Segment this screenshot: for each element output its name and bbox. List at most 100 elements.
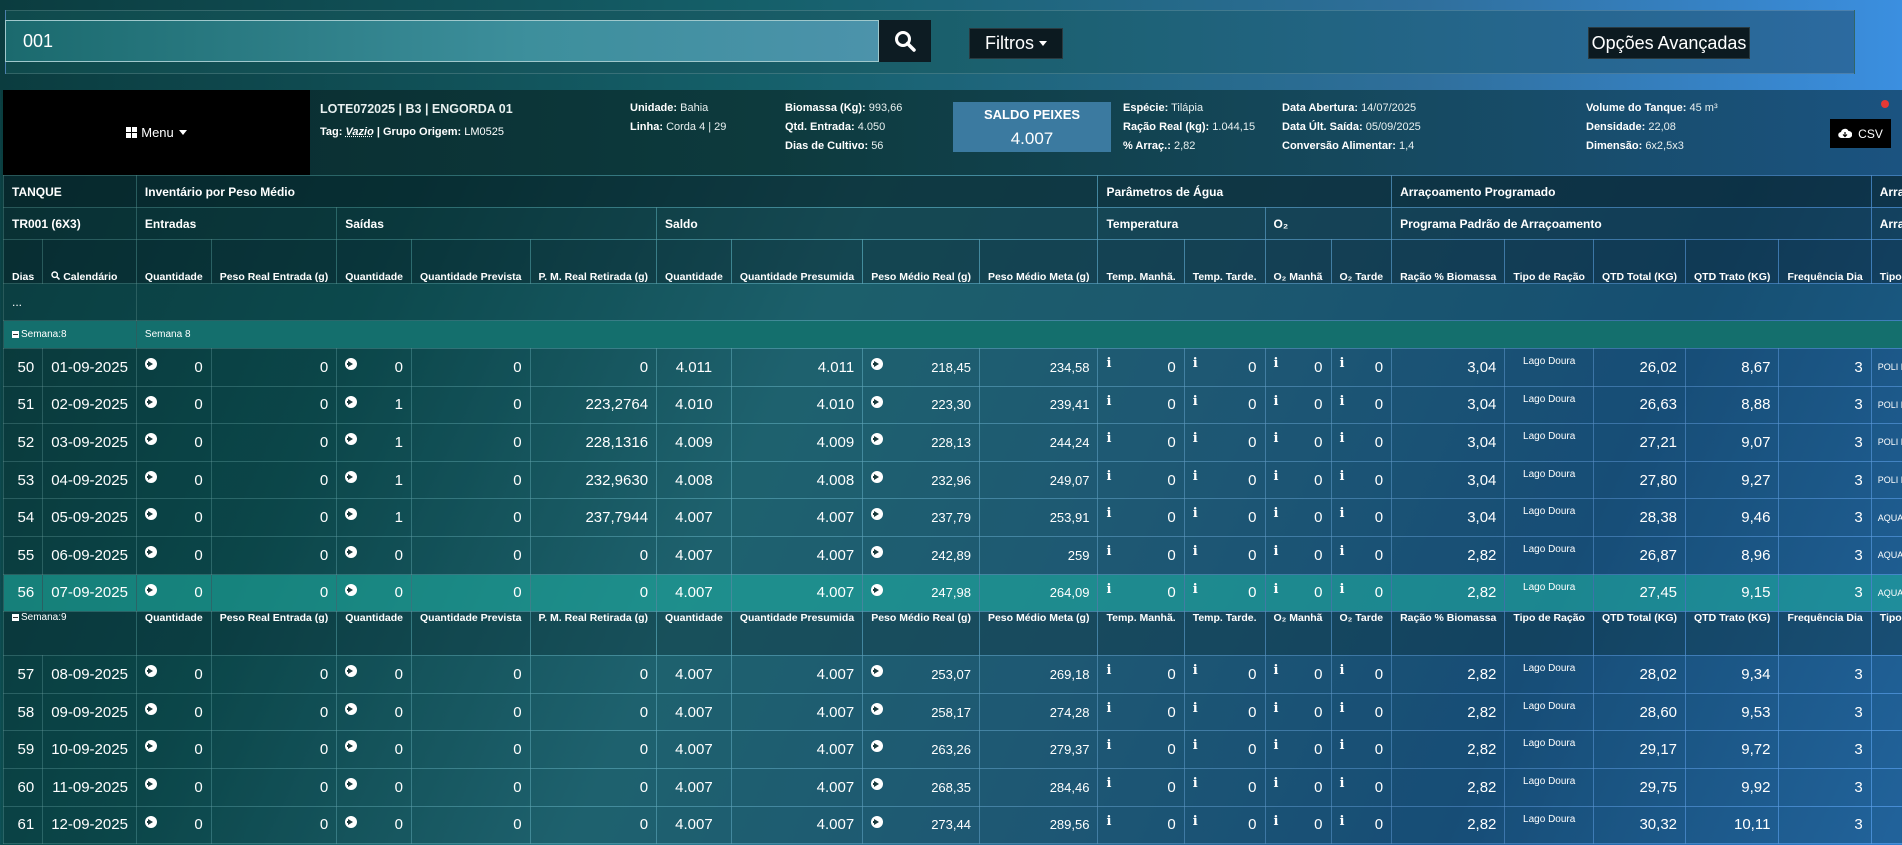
week-toggle[interactable]: Semana:9 xyxy=(3,611,137,657)
cell-temp-manha[interactable]: i0 xyxy=(1097,692,1185,732)
cell-temp-manha[interactable]: i0 xyxy=(1097,385,1185,425)
info-icon[interactable]: i xyxy=(1193,545,1198,558)
cell-o2-tarde[interactable]: i0 xyxy=(1330,805,1393,845)
cell-temp-tarde[interactable]: i0 xyxy=(1183,460,1266,500)
cell-qtd-saida[interactable]: 0 xyxy=(336,692,412,732)
cell-o2-tarde[interactable]: i0 xyxy=(1330,535,1393,575)
arrow-circle-right-icon[interactable] xyxy=(871,777,884,790)
cell-temp-manha[interactable]: i0 xyxy=(1097,767,1185,807)
arrow-circle-right-icon[interactable] xyxy=(345,433,358,446)
cell-qtd-entrada[interactable]: 0 xyxy=(135,655,212,694)
cell-temp-manha[interactable]: i0 xyxy=(1097,460,1185,500)
tag-link[interactable]: Vazio xyxy=(345,126,373,138)
table-row[interactable]: 58 09-09-2025 0 0 0 0 0 4.007 4.007 258,17 274,28 i… xyxy=(2,692,1902,732)
cell-qtd-entrada[interactable]: 0 xyxy=(135,692,212,732)
info-icon[interactable]: i xyxy=(1193,395,1198,408)
arrow-circle-right-icon[interactable] xyxy=(345,358,358,370)
arrow-circle-right-icon[interactable] xyxy=(871,508,884,521)
cell-o2-tarde[interactable]: i0 xyxy=(1330,498,1393,537)
cell-qtd-entrada[interactable]: 0 xyxy=(135,423,212,462)
col-dias[interactable]: Dias xyxy=(2,239,44,284)
info-icon[interactable]: i xyxy=(1193,507,1198,520)
info-icon[interactable]: i xyxy=(1340,507,1345,520)
cell-o2-manha[interactable]: i0 xyxy=(1264,805,1332,845)
info-icon[interactable]: i xyxy=(1274,432,1279,445)
table-row[interactable]: 50 01-09-2025 0 0 0 0 0 4.011 4.011 218,45 234,58 i… xyxy=(2,348,1902,387)
cell-qtd-saida[interactable]: 0 xyxy=(336,730,412,769)
cell-o2-tarde[interactable]: i0 xyxy=(1330,730,1393,769)
cell-pm-real[interactable]: 268,35 xyxy=(862,767,980,807)
cell-pm-real[interactable]: 218,45 xyxy=(862,348,980,387)
table-row[interactable]: 56 07-09-2025 0 0 0 0 0 4.007 4.007 247,98 264,09 i… xyxy=(2,573,1902,613)
cell-temp-manha[interactable]: i0 xyxy=(1097,348,1185,387)
csv-button[interactable]: CSV xyxy=(1830,119,1891,148)
arrow-circle-right-icon[interactable] xyxy=(345,395,358,408)
arrow-circle-right-icon[interactable] xyxy=(345,508,358,521)
cell-o2-manha[interactable]: i0 xyxy=(1264,423,1332,462)
col-calendario[interactable]: Calendário xyxy=(42,239,137,284)
arrow-circle-right-icon[interactable] xyxy=(345,470,358,483)
cell-temp-tarde[interactable]: i0 xyxy=(1183,692,1266,732)
cell-qtd-saida[interactable]: 0 xyxy=(336,535,412,575)
cell-pm-real[interactable]: 273,44 xyxy=(862,805,980,845)
arrow-circle-right-icon[interactable] xyxy=(144,583,157,596)
info-icon[interactable]: i xyxy=(1193,702,1198,715)
arrow-circle-right-icon[interactable] xyxy=(345,740,358,753)
arrow-circle-right-icon[interactable] xyxy=(871,470,884,483)
advanced-options-button[interactable]: Opções Avançadas xyxy=(1588,27,1750,59)
arrow-circle-right-icon[interactable] xyxy=(345,777,358,790)
cell-o2-manha[interactable]: i0 xyxy=(1264,348,1332,387)
info-icon[interactable]: i xyxy=(1274,357,1279,370)
info-icon[interactable]: i xyxy=(1274,739,1279,752)
cell-qtd-saida[interactable]: 0 xyxy=(336,805,412,845)
info-icon[interactable]: i xyxy=(1106,507,1111,520)
info-icon[interactable]: i xyxy=(1106,545,1111,558)
table-row[interactable]: 61 12-09-2025 0 0 0 0 0 4.007 4.007 273,44 289,56 i… xyxy=(2,805,1902,845)
cell-temp-tarde[interactable]: i0 xyxy=(1183,573,1266,613)
cell-qtd-saida[interactable]: 1 xyxy=(336,498,412,537)
arrow-circle-right-icon[interactable] xyxy=(144,702,157,715)
cell-o2-manha[interactable]: i0 xyxy=(1264,498,1332,537)
arrow-circle-right-icon[interactable] xyxy=(144,815,157,828)
cell-qtd-entrada[interactable]: 0 xyxy=(135,730,212,769)
info-icon[interactable]: i xyxy=(1193,357,1198,370)
cell-qtd-entrada[interactable]: 0 xyxy=(135,767,212,807)
arrow-circle-right-icon[interactable] xyxy=(144,545,157,558)
cell-qtd-saida[interactable]: 0 xyxy=(336,573,412,613)
cell-qtd-entrada[interactable]: 0 xyxy=(135,535,212,575)
cell-temp-tarde[interactable]: i0 xyxy=(1183,655,1266,694)
arrow-circle-right-icon[interactable] xyxy=(144,740,157,753)
week-toggle[interactable]: Semana:8 xyxy=(3,320,137,349)
cell-temp-tarde[interactable]: i0 xyxy=(1183,805,1266,845)
cell-qtd-saida[interactable]: 1 xyxy=(336,423,412,462)
cell-o2-tarde[interactable]: i0 xyxy=(1330,423,1393,462)
cell-qtd-entrada[interactable]: 0 xyxy=(135,573,212,613)
info-icon[interactable]: i xyxy=(1340,395,1345,408)
cell-temp-tarde[interactable]: i0 xyxy=(1183,385,1266,425)
cell-pm-real[interactable]: 242,89 xyxy=(862,535,980,575)
arrow-circle-right-icon[interactable] xyxy=(345,665,358,678)
info-icon[interactable]: i xyxy=(1274,395,1279,408)
menu-button[interactable]: Menu xyxy=(3,90,310,175)
info-icon[interactable]: i xyxy=(1193,583,1198,596)
cell-o2-tarde[interactable]: i0 xyxy=(1330,655,1393,694)
cell-pm-real[interactable]: 232,96 xyxy=(862,460,980,500)
filters-button[interactable]: Filtros xyxy=(969,28,1063,59)
info-icon[interactable]: i xyxy=(1106,357,1111,370)
cell-pm-real[interactable]: 253,07 xyxy=(862,655,980,694)
info-icon[interactable]: i xyxy=(1274,545,1279,558)
cell-temp-manha[interactable]: i0 xyxy=(1097,573,1185,613)
info-icon[interactable]: i xyxy=(1193,432,1198,445)
cell-o2-tarde[interactable]: i0 xyxy=(1330,348,1393,387)
info-icon[interactable]: i xyxy=(1274,815,1279,828)
cell-qtd-entrada[interactable]: 0 xyxy=(135,805,212,845)
cell-temp-tarde[interactable]: i0 xyxy=(1183,730,1266,769)
cell-qtd-saida[interactable]: 0 xyxy=(336,767,412,807)
arrow-circle-right-icon[interactable] xyxy=(871,358,884,370)
table-row[interactable]: 53 04-09-2025 0 0 1 0 232,9630 4.008 4.008 232,96… xyxy=(2,460,1902,500)
cell-temp-manha[interactable]: i0 xyxy=(1097,655,1185,694)
cell-pm-real[interactable]: 258,17 xyxy=(862,692,980,732)
cell-temp-manha[interactable]: i0 xyxy=(1097,498,1185,537)
table-row[interactable]: 60 11-09-2025 0 0 0 0 0 4.007 4.007 268,35 284,46 i… xyxy=(2,767,1902,807)
arrow-circle-right-icon[interactable] xyxy=(345,545,358,558)
